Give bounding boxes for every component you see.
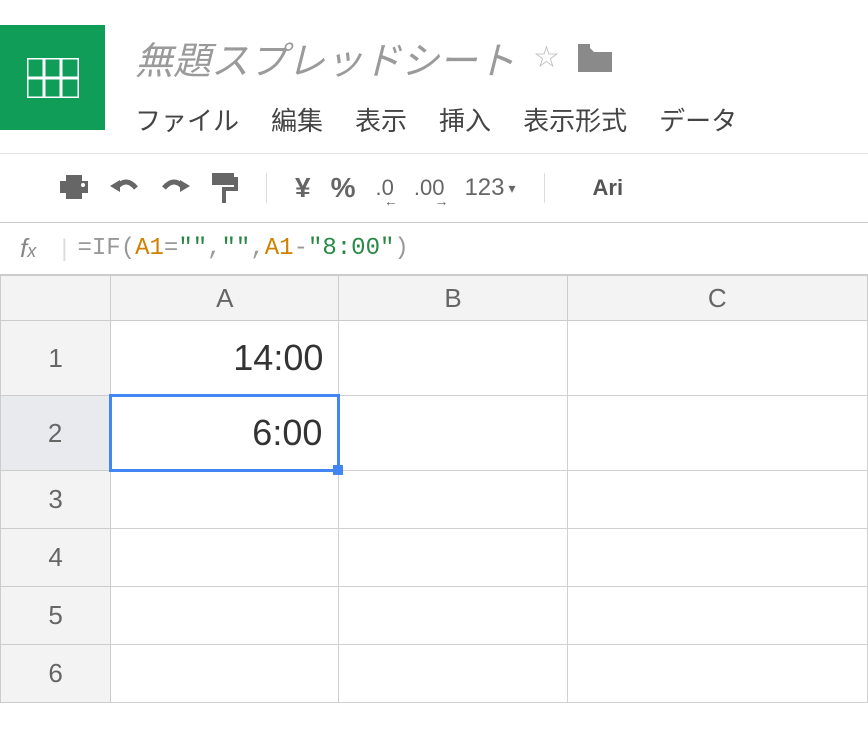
document-title[interactable]: 無題スプレッドシート	[135, 30, 515, 85]
formula-part: ,	[207, 235, 221, 262]
fx-label: fx	[20, 233, 36, 264]
select-all-corner[interactable]	[1, 276, 111, 321]
toolbar-divider	[266, 173, 267, 203]
paint-format-button[interactable]	[212, 173, 238, 203]
formula-part: =	[164, 235, 178, 262]
print-button[interactable]	[60, 175, 88, 201]
spreadsheet-grid: A B C 1 14:00 2 6:00 3 4 5 6	[0, 275, 868, 703]
formula-part: A1	[135, 235, 164, 262]
currency-button[interactable]: ¥	[295, 172, 311, 204]
formula-part: "8:00"	[308, 235, 394, 262]
formula-part: A1	[265, 235, 294, 262]
formula-bar: fx | =IF(A1="","",A1-"8:00")	[0, 222, 868, 275]
row-header-6[interactable]: 6	[1, 645, 111, 703]
formula-part: ,	[250, 235, 264, 262]
cell-a2[interactable]: 6:00	[111, 396, 339, 471]
undo-icon	[108, 178, 140, 198]
paint-format-icon	[212, 173, 238, 203]
menu-file[interactable]: ファイル	[135, 101, 239, 138]
menu-bar: ファイル 編集 表示 挿入 表示形式 データ	[135, 97, 868, 138]
cell-c2[interactable]	[567, 396, 867, 471]
cell-b6[interactable]	[339, 645, 567, 703]
cell-b5[interactable]	[339, 587, 567, 645]
row-header-1[interactable]: 1	[1, 321, 111, 396]
formula-part: -	[294, 235, 308, 262]
toolbar-divider	[544, 173, 545, 203]
column-header-a[interactable]: A	[111, 276, 339, 321]
menu-insert[interactable]: 挿入	[439, 101, 491, 138]
formula-part: (	[121, 235, 135, 262]
cell-b1[interactable]	[339, 321, 567, 396]
redo-button[interactable]	[160, 178, 192, 198]
formula-part: ""	[178, 235, 207, 262]
cell-c6[interactable]	[567, 645, 867, 703]
cell-c5[interactable]	[567, 587, 867, 645]
column-header-b[interactable]: B	[339, 276, 567, 321]
cell-b3[interactable]	[339, 471, 567, 529]
menu-format[interactable]: 表示形式	[523, 101, 627, 138]
row-header-5[interactable]: 5	[1, 587, 111, 645]
row-header-2[interactable]: 2	[1, 396, 111, 471]
cell-a6[interactable]	[111, 645, 339, 703]
num-format-label: 123	[464, 174, 504, 202]
menu-view[interactable]: 表示	[355, 101, 407, 138]
decrease-decimal-button[interactable]: .0 ←	[375, 175, 393, 201]
undo-button[interactable]	[108, 178, 140, 198]
print-icon	[60, 175, 88, 201]
menu-data[interactable]: データ	[659, 101, 737, 138]
sheets-logo[interactable]	[0, 25, 105, 130]
font-select[interactable]: Ari	[593, 175, 624, 201]
percent-button[interactable]: %	[331, 172, 356, 204]
formula-part: ""	[222, 235, 251, 262]
column-header-c[interactable]: C	[567, 276, 867, 321]
sheets-grid-icon	[27, 58, 79, 98]
formula-part: =IF	[77, 235, 120, 262]
star-icon[interactable]: ☆	[533, 40, 560, 75]
cell-a4[interactable]	[111, 529, 339, 587]
folder-icon[interactable]	[578, 44, 612, 72]
formula-input[interactable]: =IF(A1="","",A1-"8:00")	[77, 235, 408, 262]
cell-a3[interactable]	[111, 471, 339, 529]
fx-divider: |	[61, 235, 67, 263]
number-format-button[interactable]: 123 ▾	[464, 174, 515, 202]
cell-b4[interactable]	[339, 529, 567, 587]
formula-part: )	[394, 235, 408, 262]
row-header-3[interactable]: 3	[1, 471, 111, 529]
redo-icon	[160, 178, 192, 198]
cell-c3[interactable]	[567, 471, 867, 529]
cell-c4[interactable]	[567, 529, 867, 587]
menu-edit[interactable]: 編集	[271, 101, 323, 138]
increase-decimal-button[interactable]: .00 →	[414, 175, 445, 201]
row-header-4[interactable]: 4	[1, 529, 111, 587]
cell-c1[interactable]	[567, 321, 867, 396]
cell-a1[interactable]: 14:00	[111, 321, 339, 396]
cell-a5[interactable]	[111, 587, 339, 645]
toolbar: ¥ % .0 ← .00 → 123 ▾ Ari	[0, 153, 868, 222]
cell-b2[interactable]	[339, 396, 567, 471]
